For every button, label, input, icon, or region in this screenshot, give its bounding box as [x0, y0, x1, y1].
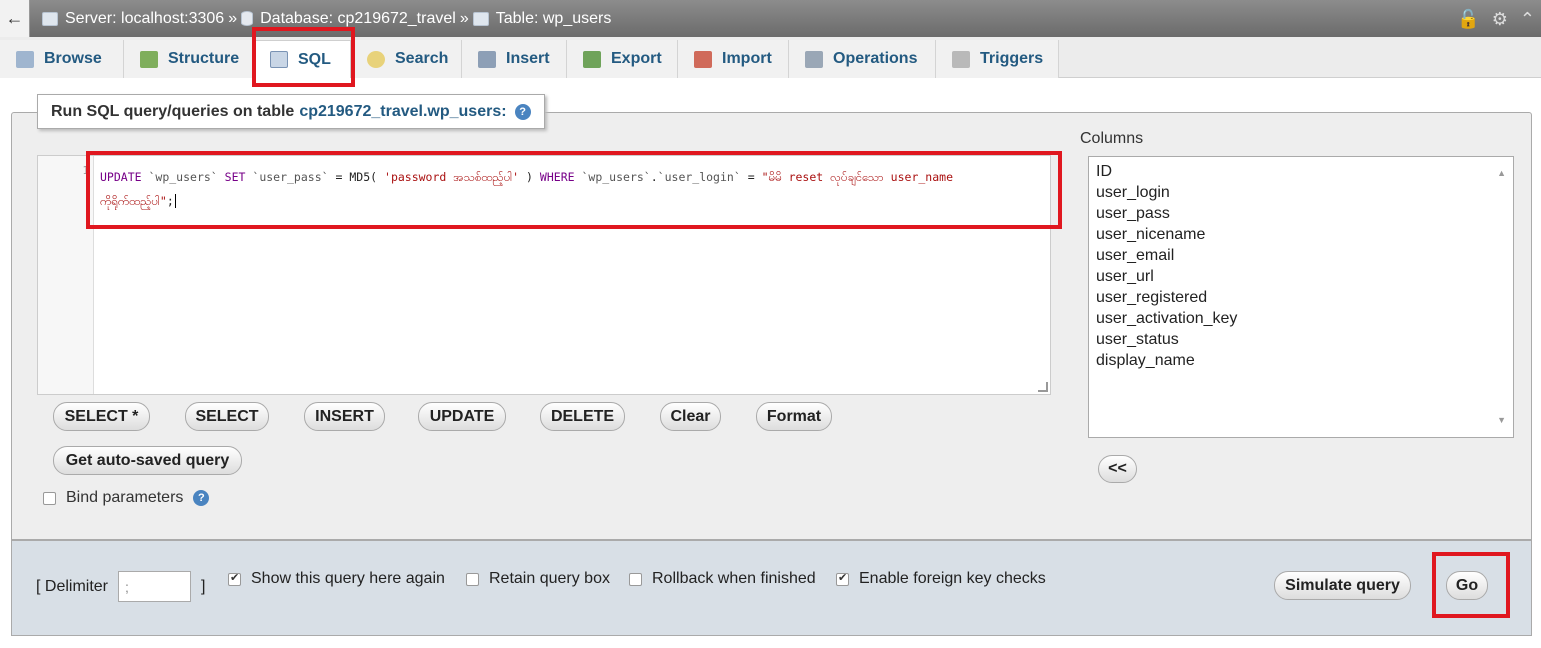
clear-button[interactable]: Clear	[660, 402, 721, 431]
tab-insert[interactable]: Insert	[462, 40, 567, 78]
legend-text: Run SQL query/queries on table	[51, 102, 295, 120]
show-query-checkbox[interactable]	[228, 571, 241, 586]
gear-icon[interactable]: ⚙	[1492, 9, 1508, 30]
column-item[interactable]: user_url	[1096, 266, 1513, 287]
tab-label: Export	[611, 50, 662, 67]
column-item[interactable]: user_registered	[1096, 287, 1513, 308]
column-item[interactable]: display_name	[1096, 350, 1513, 371]
tab-label: Import	[722, 50, 772, 67]
column-item[interactable]: ID	[1096, 161, 1513, 182]
go-button-highlight	[1432, 552, 1510, 618]
tab-operations[interactable]: Operations	[789, 40, 936, 78]
tab-export[interactable]: Export	[567, 40, 678, 78]
column-item[interactable]: user_email	[1096, 245, 1513, 266]
scroll-up-icon[interactable]: ▲	[1497, 163, 1506, 184]
help-icon[interactable]: ?	[193, 490, 210, 506]
sql-tab-highlight	[252, 27, 355, 87]
structure-icon	[140, 50, 158, 68]
legend-table-name: cp219672_travel.wp_users:	[299, 102, 507, 120]
collapse-nav-button[interactable]: ←	[0, 0, 30, 37]
tab-import[interactable]: Import	[678, 40, 789, 78]
insert-button[interactable]: INSERT	[304, 402, 385, 431]
export-icon	[583, 50, 601, 68]
retain-box-checkbox[interactable]	[466, 572, 479, 586]
breadcrumb-database[interactable]: Database: cp219672_travel	[260, 10, 456, 28]
retain-box-label: Retain query box	[489, 570, 610, 587]
simulate-query-button[interactable]: Simulate query	[1274, 571, 1411, 600]
tab-bar: Browse Structure SQL Search Insert Expor…	[0, 37, 1541, 78]
breadcrumb-server[interactable]: Server: localhost:3306	[65, 10, 224, 28]
search-icon	[367, 50, 385, 68]
tab-label: Browse	[44, 50, 102, 67]
tab-triggers[interactable]: Triggers	[936, 40, 1059, 78]
select-star-button[interactable]: SELECT *	[53, 402, 150, 431]
resize-handle[interactable]	[1038, 382, 1048, 392]
show-query-label: Show this query here again	[251, 570, 445, 587]
top-icons: 🔓 ⚙ ⌃	[1457, 9, 1535, 30]
select-button[interactable]: SELECT	[185, 402, 269, 431]
wrench-icon	[805, 50, 823, 68]
insert-column-button[interactable]: <<	[1098, 455, 1137, 483]
breadcrumb-separator: »	[228, 9, 238, 27]
delete-button[interactable]: DELETE	[540, 402, 625, 431]
tab-search[interactable]: Search	[351, 40, 462, 78]
tab-structure[interactable]: Structure	[124, 40, 255, 78]
tab-label: Triggers	[980, 50, 1044, 67]
columns-label: Columns	[1080, 130, 1144, 147]
help-icon[interactable]: ?	[514, 103, 531, 120]
tab-label: Structure	[168, 50, 240, 67]
foreign-keys-label: Enable foreign key checks	[859, 570, 1046, 587]
column-item[interactable]: user_activation_key	[1096, 308, 1513, 329]
bind-parameters-label: Bind parameters	[66, 489, 184, 506]
rollback-label: Rollback when finished	[652, 570, 816, 587]
collapse-up-icon[interactable]: ⌃	[1520, 9, 1535, 30]
column-item[interactable]: user_login	[1096, 182, 1513, 203]
delimiter-bracket: ]	[201, 577, 206, 595]
breadcrumb-separator: »	[459, 9, 469, 27]
delimiter-label: [ Delimiter	[36, 577, 109, 595]
column-item[interactable]: user_status	[1096, 329, 1513, 350]
scroll-down-icon[interactable]: ▼	[1497, 410, 1506, 431]
bind-parameters-checkbox[interactable]	[43, 491, 56, 505]
update-button[interactable]: UPDATE	[418, 402, 506, 431]
show-query-option: Show this query here again	[228, 570, 445, 588]
delimiter-input[interactable]	[118, 571, 192, 602]
lock-icon[interactable]: 🔓	[1457, 9, 1479, 30]
get-autosaved-query-button[interactable]: Get auto-saved query	[53, 446, 242, 475]
tab-browse[interactable]: Browse	[0, 40, 124, 78]
foreign-keys-checkbox[interactable]	[836, 571, 849, 586]
columns-list[interactable]: ID user_login user_pass user_nicename us…	[1088, 156, 1514, 438]
import-icon	[694, 50, 712, 68]
tab-label: Insert	[506, 50, 550, 67]
foreign-keys-option: Enable foreign key checks	[836, 570, 1046, 588]
delimiter-option: [ Delimiter ]	[36, 571, 205, 602]
column-item[interactable]: user_nicename	[1096, 224, 1513, 245]
sql-code-highlight	[86, 151, 1062, 229]
retain-box-option: Retain query box	[466, 570, 610, 588]
tab-label: Search	[395, 50, 449, 67]
rollback-checkbox[interactable]	[629, 572, 642, 586]
breadcrumb-bar: ← Server: localhost:3306 » Database: cp2…	[0, 0, 1541, 37]
panel-legend: Run SQL query/queries on table cp219672_…	[37, 94, 545, 129]
table-icon	[472, 11, 489, 26]
server-icon	[42, 11, 58, 26]
breadcrumb-table[interactable]: Table: wp_users	[496, 10, 612, 28]
format-button[interactable]: Format	[756, 402, 832, 431]
rollback-option: Rollback when finished	[629, 570, 816, 588]
browse-icon	[16, 50, 34, 68]
triggers-icon	[952, 50, 970, 68]
column-item[interactable]: user_pass	[1096, 203, 1513, 224]
database-icon	[241, 11, 254, 26]
insert-icon	[478, 50, 496, 68]
tab-label: Operations	[833, 50, 918, 67]
bind-parameters-option: Bind parameters ?	[43, 489, 210, 507]
